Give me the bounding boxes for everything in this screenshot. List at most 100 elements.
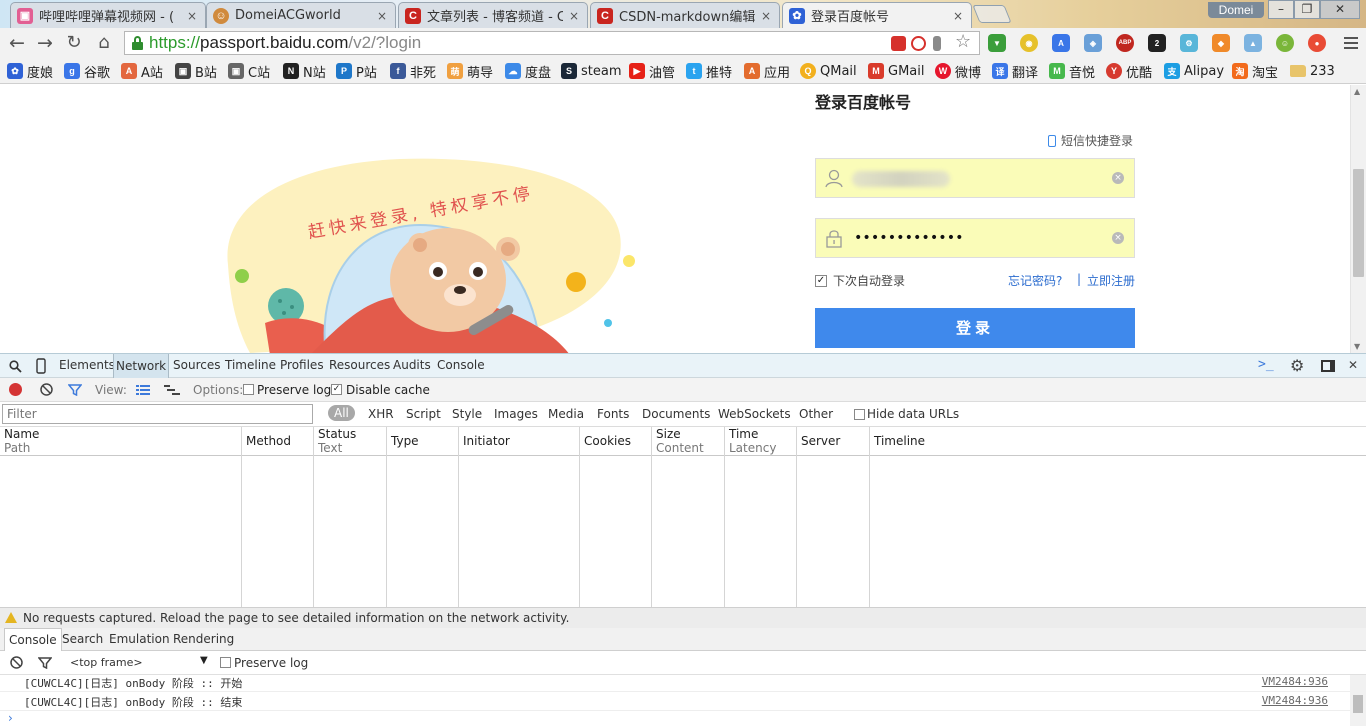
col-timeline[interactable]: Timeline <box>874 434 925 448</box>
remember-me[interactable]: ✓ 下次自动登录 <box>815 272 905 289</box>
drawer-tab-console[interactable]: Console <box>4 628 62 651</box>
image-icon[interactable]: ▲ <box>1244 34 1262 52</box>
tab-csdn-articles[interactable]: C 文章列表 - 博客频道 - CS × <box>398 2 588 28</box>
new-tab-button[interactable] <box>972 5 1012 23</box>
record-icon[interactable] <box>9 383 22 396</box>
tab-close-icon[interactable]: × <box>953 9 963 23</box>
device-mode-icon[interactable] <box>36 358 46 374</box>
bookmark-item[interactable]: A A站 <box>121 62 163 81</box>
extension-icon[interactable]: 2 <box>1148 34 1166 52</box>
col-status[interactable]: Status Text <box>318 427 356 455</box>
menu-icon[interactable] <box>1344 37 1358 49</box>
filter-type-documents[interactable]: Documents <box>642 407 710 421</box>
filter-type-other[interactable]: Other <box>799 407 833 421</box>
bookmark-item[interactable]: W 微博 <box>935 62 981 81</box>
extension-icon[interactable]: ◈ <box>1084 34 1102 52</box>
tab-console[interactable]: Console <box>437 358 485 372</box>
forgot-password-link[interactable]: 忘记密码? <box>1008 272 1062 289</box>
clear-log-icon[interactable] <box>40 383 53 396</box>
history-icon[interactable] <box>911 36 926 51</box>
dock-side-icon[interactable] <box>1321 360 1335 372</box>
reload-icon[interactable]: ↻ <box>62 31 86 55</box>
extension-icon[interactable]: ☺ <box>1276 34 1294 52</box>
tab-close-icon[interactable]: × <box>569 9 579 23</box>
tab-audits[interactable]: Audits <box>393 358 431 372</box>
column-divider[interactable] <box>241 427 242 607</box>
translate-icon[interactable]: A <box>1052 34 1070 52</box>
bookmark-item[interactable]: M 音悦 <box>1049 62 1095 81</box>
column-divider[interactable] <box>386 427 387 607</box>
col-type[interactable]: Type <box>391 434 419 448</box>
home-icon[interactable]: ⌂ <box>92 31 116 55</box>
bookmark-item[interactable]: g 谷歌 <box>64 62 110 81</box>
extension-icon[interactable]: ◆ <box>1212 34 1230 52</box>
login-button[interactable]: 登录 <box>815 308 1135 348</box>
console-scrollbar[interactable] <box>1350 675 1366 726</box>
large-rows-icon[interactable] <box>136 384 150 396</box>
col-name[interactable]: Name Path <box>4 427 39 455</box>
tab-domeiacgworld[interactable]: ☺ DomeiACGworld × <box>206 2 396 28</box>
console-filter-icon[interactable] <box>38 657 52 669</box>
tab-close-icon[interactable]: × <box>187 9 197 23</box>
close-devtools-icon[interactable]: ✕ <box>1348 358 1358 372</box>
flag-icon[interactable] <box>891 36 906 51</box>
col-cookies[interactable]: Cookies <box>584 434 631 448</box>
bookmark-item[interactable]: 萌萌导 <box>447 62 493 81</box>
key-icon[interactable] <box>933 36 941 51</box>
bookmark-folder[interactable]: 233 <box>1290 62 1335 80</box>
tab-close-icon[interactable]: × <box>761 9 771 23</box>
column-divider[interactable] <box>869 427 870 607</box>
bookmark-item[interactable]: ▣ B站 <box>175 62 217 81</box>
frame-selector[interactable]: <top frame> <box>70 656 143 669</box>
remember-checkbox[interactable]: ✓ <box>815 274 827 287</box>
bookmark-item[interactable]: ▣ C站 <box>228 62 270 81</box>
column-divider[interactable] <box>796 427 797 607</box>
console-source-link[interactable]: VM2484:936 <box>1262 675 1328 688</box>
scrollbar-thumb[interactable] <box>1353 169 1364 277</box>
bookmark-item[interactable]: f 非死 <box>390 62 436 81</box>
bookmark-item[interactable]: 淘淘宝 <box>1232 62 1278 81</box>
filter-input[interactable] <box>2 404 313 424</box>
console-prompt[interactable]: › <box>8 711 13 725</box>
col-method[interactable]: Method <box>246 434 291 448</box>
console-source-link[interactable]: VM2484:936 <box>1262 694 1328 707</box>
filter-type-fonts[interactable]: Fonts <box>597 407 629 421</box>
back-arrow-icon[interactable]: ← <box>5 31 29 55</box>
col-initiator[interactable]: Initiator <box>463 434 510 448</box>
filter-type-media[interactable]: Media <box>548 407 584 421</box>
register-link[interactable]: 立即注册 <box>1087 272 1135 289</box>
hide-data-urls-checkbox[interactable] <box>854 409 865 420</box>
console-preserve-log-checkbox[interactable] <box>220 657 231 668</box>
column-divider[interactable] <box>724 427 725 607</box>
close-window-button[interactable]: ✕ <box>1320 0 1360 19</box>
tab-baidu-login[interactable]: ✿ 登录百度帐号 × <box>782 2 972 28</box>
bookmark-item[interactable]: 译翻译 <box>992 62 1038 81</box>
tab-close-icon[interactable]: × <box>377 9 387 23</box>
drawer-tab-search[interactable]: Search <box>58 628 107 651</box>
extension-icon[interactable]: ▼ <box>988 34 1006 52</box>
bookmark-item[interactable]: N N站 <box>283 62 326 81</box>
col-time[interactable]: Time Latency <box>729 427 776 455</box>
console-drawer-icon[interactable]: >_ <box>1258 357 1274 372</box>
chrome-icon[interactable]: ● <box>1308 34 1326 52</box>
preserve-log-checkbox[interactable] <box>243 384 254 395</box>
column-divider[interactable] <box>313 427 314 607</box>
scroll-up-icon[interactable]: ▲ <box>1354 87 1360 96</box>
filter-type-websockets[interactable]: WebSockets <box>718 407 791 421</box>
forward-arrow-icon[interactable]: → <box>33 31 57 55</box>
bookmark-item[interactable]: 支 Alipay <box>1164 62 1224 80</box>
bookmark-star-icon[interactable]: ☆ <box>955 33 971 51</box>
tab-bilibili[interactable]: ▣ 哔哩哔哩弹幕视频网 - ( × <box>10 2 206 28</box>
filter-type-xhr[interactable]: XHR <box>368 407 394 421</box>
tab-profiles[interactable]: Profiles <box>280 358 324 372</box>
column-divider[interactable] <box>458 427 459 607</box>
bookmark-item[interactable]: ✿ 度娘 <box>7 62 53 81</box>
drawer-tab-rendering[interactable]: Rendering <box>169 628 238 651</box>
bookmark-item[interactable]: Y 优酷 <box>1106 62 1152 81</box>
col-server[interactable]: Server <box>801 434 840 448</box>
sms-login-link[interactable]: 短信快捷登录 <box>1048 132 1133 149</box>
column-divider[interactable] <box>651 427 652 607</box>
address-bar[interactable]: https://passport.baidu.com/v2/?login ☆ <box>124 31 980 55</box>
adblock-icon[interactable]: ABP <box>1116 34 1134 52</box>
filter-type-images[interactable]: Images <box>494 407 538 421</box>
